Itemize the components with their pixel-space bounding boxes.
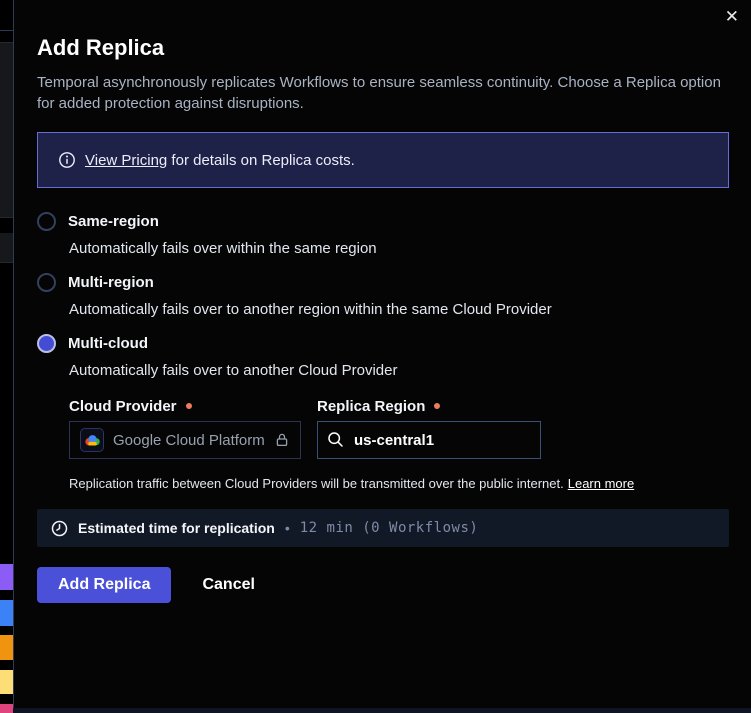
modal-description: Temporal asynchronously replicates Workf… <box>37 72 729 114</box>
option-multi-region-radio-row[interactable]: Multi-region <box>37 273 729 292</box>
clock-icon <box>51 520 68 537</box>
page-title: Add Replica <box>37 34 729 62</box>
backdrop-stripe <box>0 670 13 694</box>
option-description: Automatically fails over within the same… <box>69 238 729 259</box>
public-internet-note: Replication traffic between Cloud Provid… <box>69 476 729 491</box>
estimate-value: 12 min (0 Workflows) <box>300 520 479 536</box>
lock-icon <box>274 432 290 448</box>
backdrop-stripe <box>0 704 13 713</box>
backdrop-stripe <box>0 564 13 590</box>
backdrop-bottom-edge <box>13 708 751 713</box>
radio-same-region[interactable] <box>37 212 56 231</box>
modal-actions: Add Replica Cancel <box>37 567 729 603</box>
google-cloud-icon <box>80 428 104 452</box>
multi-cloud-subform: Cloud Provider <box>69 397 729 491</box>
backdrop-stripe <box>0 600 13 626</box>
backdrop-page-sliver <box>0 0 13 713</box>
learn-more-link[interactable]: Learn more <box>568 476 634 491</box>
radio-multi-cloud[interactable] <box>37 334 56 353</box>
field-label-text: Replica Region <box>317 398 425 415</box>
add-replica-button[interactable]: Add Replica <box>37 567 171 603</box>
close-icon[interactable]: ✕ <box>725 8 739 25</box>
note-text: Replication traffic between Cloud Provid… <box>69 476 564 491</box>
backdrop-panel <box>0 42 13 218</box>
option-multi-cloud: Multi-cloud Automatically fails over to … <box>37 334 729 491</box>
option-label: Multi-region <box>68 274 154 291</box>
option-same-region-radio-row[interactable]: Same-region <box>37 212 729 231</box>
backdrop-divider <box>0 30 13 31</box>
estimate-label: Estimated time for replication <box>78 520 275 536</box>
replica-region-label: Replica Region <box>317 397 541 415</box>
view-pricing-link[interactable]: View Pricing <box>85 152 167 169</box>
estimated-time-banner: Estimated time for replication • 12 min … <box>37 509 729 547</box>
option-description: Automatically fails over to another regi… <box>69 299 729 320</box>
cloud-provider-value: Google Cloud Platform <box>113 432 265 449</box>
cloud-provider-select[interactable]: Google Cloud Platform <box>69 421 301 459</box>
replica-region-input[interactable] <box>317 421 541 459</box>
backdrop-panel <box>0 233 13 263</box>
banner-text-rest: for details on Replica costs. <box>167 152 355 169</box>
field-label-text: Cloud Provider <box>69 398 177 415</box>
replica-option-group: Same-region Automatically fails over wit… <box>37 212 729 491</box>
radio-multi-region[interactable] <box>37 273 56 292</box>
estimate-separator: • <box>285 520 290 536</box>
cloud-provider-label: Cloud Provider <box>69 397 301 415</box>
backdrop-stripe <box>0 635 13 660</box>
cancel-button[interactable]: Cancel <box>202 576 254 594</box>
required-indicator <box>186 403 192 409</box>
banner-text: View Pricing for details on Replica cost… <box>85 152 355 169</box>
option-multi-region: Multi-region Automatically fails over to… <box>37 273 729 320</box>
pricing-info-banner: View Pricing for details on Replica cost… <box>37 132 729 188</box>
replica-region-field-group: Replica Region <box>317 397 541 459</box>
option-label: Multi-cloud <box>68 335 148 352</box>
option-description: Automatically fails over to another Clou… <box>69 360 729 381</box>
add-replica-modal: ✕ Add Replica Temporal asynchronously re… <box>13 0 751 708</box>
option-multi-cloud-radio-row[interactable]: Multi-cloud <box>37 334 729 353</box>
option-same-region: Same-region Automatically fails over wit… <box>37 212 729 259</box>
cloud-provider-field-group: Cloud Provider <box>69 397 301 459</box>
option-label: Same-region <box>68 213 159 230</box>
required-indicator <box>434 403 440 409</box>
info-icon <box>58 151 76 169</box>
